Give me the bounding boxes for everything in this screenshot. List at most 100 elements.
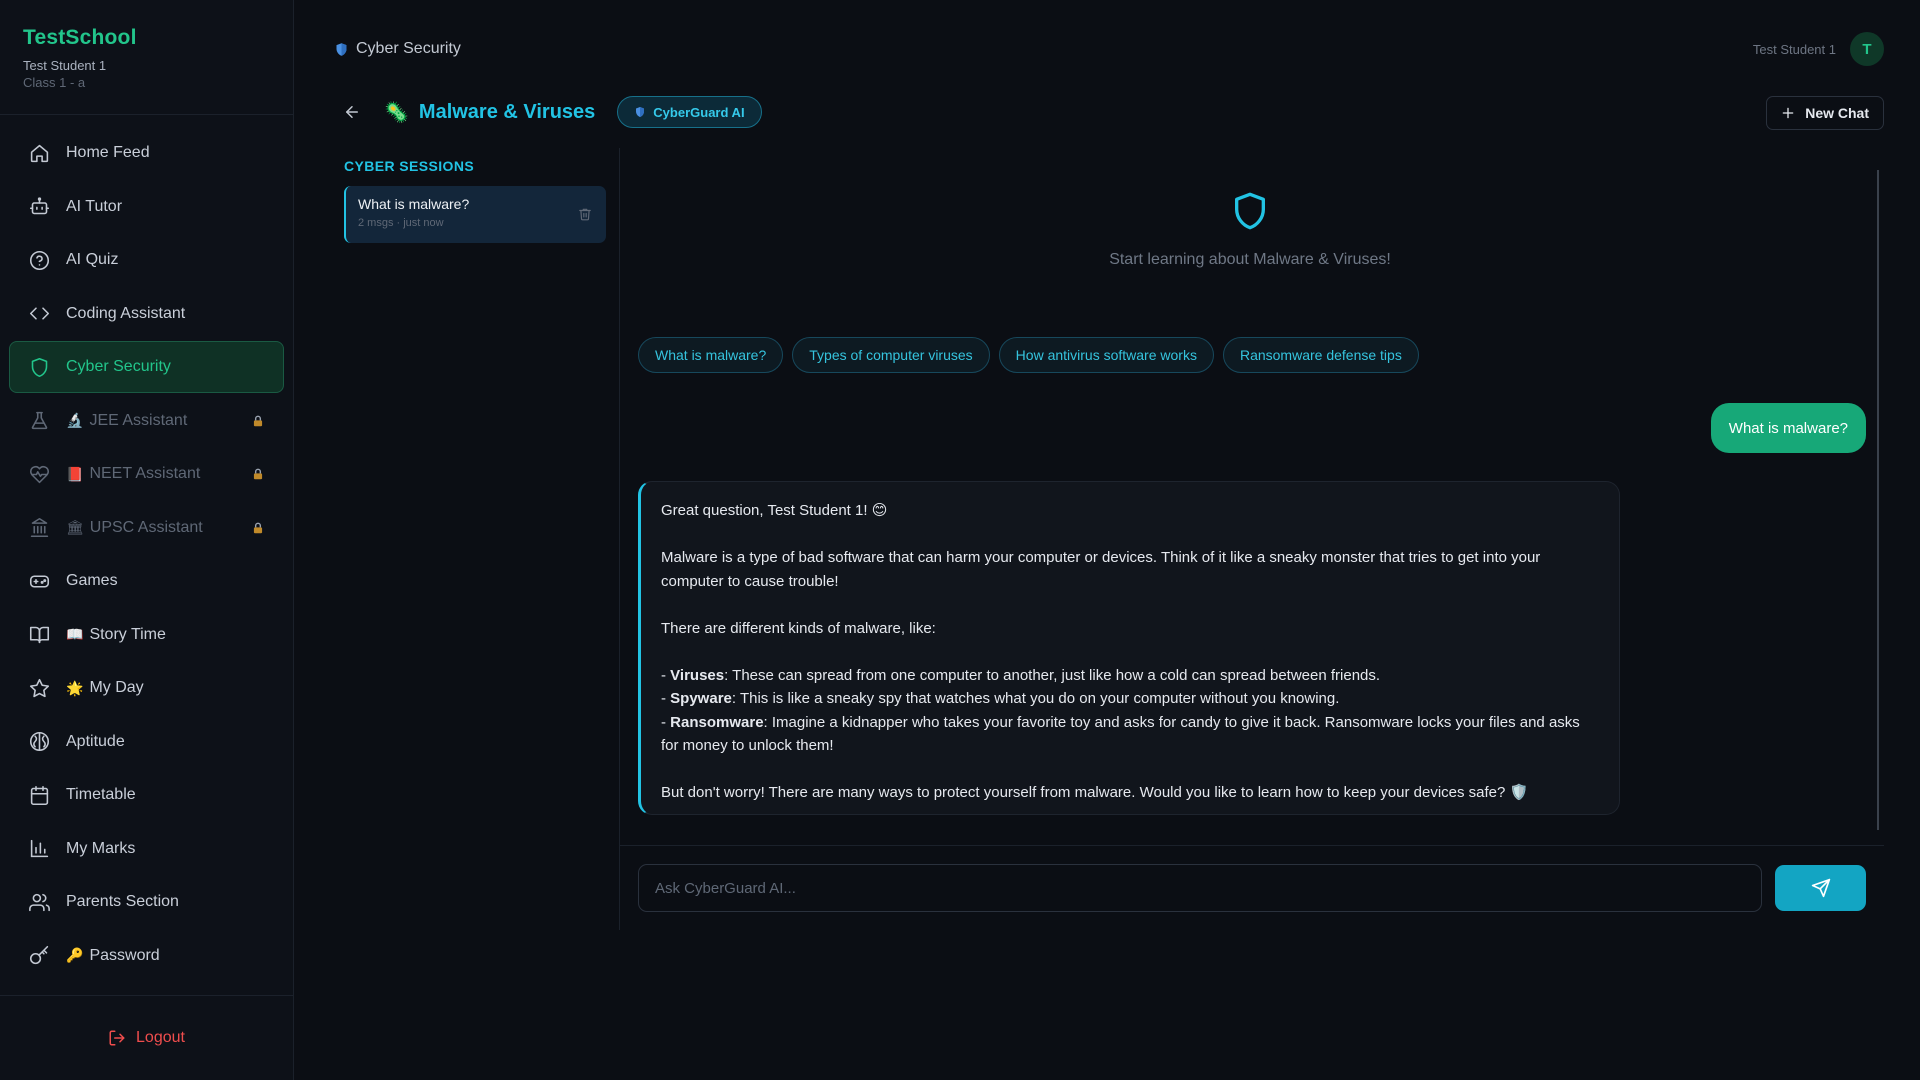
ai-message: Great question, Test Student 1! 😊 Malwar…	[638, 481, 1620, 815]
logout-label: Logout	[136, 1029, 185, 1046]
sidebar-item-my-marks[interactable]: My Marks	[9, 823, 284, 875]
bullet-text: : These can spread from one computer to …	[724, 666, 1381, 684]
help-circle-icon	[28, 249, 50, 271]
arrow-left-icon	[346, 106, 358, 118]
suggestion-chip[interactable]: How antivirus software works	[998, 337, 1214, 373]
sidebar-item-aptitude[interactable]: Aptitude	[9, 716, 284, 768]
ai-bullet: - Viruses: These can spread from one com…	[661, 666, 1381, 684]
ai-paragraph: But don't worry! There are many ways to …	[661, 784, 1529, 801]
suggestion-chip[interactable]: Ransomware defense tips	[1222, 337, 1419, 373]
sessions-title: CYBER SESSIONS	[344, 158, 475, 174]
sidebar-item-jee-assistant[interactable]: 🔬 JEE Assistant	[9, 395, 284, 447]
bullet-term: Ransomware	[670, 713, 764, 731]
home-icon	[28, 142, 50, 164]
sidebar-item-label: Games	[66, 572, 118, 589]
sidebar-item-ai-tutor[interactable]: AI Tutor	[9, 181, 284, 233]
sidebar-item-coding-assistant[interactable]: Coding Assistant	[9, 288, 284, 340]
sidebar-item-upsc-assistant[interactable]: 🏛 UPSC Assistant	[9, 502, 284, 554]
sidebar-item-label: AI Quiz	[66, 251, 119, 268]
shield-icon	[636, 107, 645, 117]
back-button[interactable]	[340, 100, 364, 124]
bullet-term: Spyware	[670, 690, 732, 707]
breadcrumb: Cyber Security	[334, 40, 461, 58]
panel-divider	[619, 148, 620, 930]
shield-icon	[1235, 192, 1265, 230]
logout-button[interactable]: Logout	[108, 1029, 185, 1047]
ai-greeting: Great question, Test Student 1! 😊	[661, 502, 888, 519]
book-icon	[28, 624, 50, 646]
sidebar-item-emoji: 🏛	[66, 519, 84, 535]
sidebar-item-neet-assistant[interactable]: 📕 NEET Assistant	[9, 448, 284, 500]
users-icon	[28, 891, 50, 913]
sidebar-item-label: My Marks	[66, 839, 136, 857]
sidebar-item-emoji: 🔬	[66, 412, 84, 428]
ai-paragraph: Malware is a type of bad software that c…	[661, 549, 1541, 590]
sidebar-item-ai-quiz[interactable]: AI Quiz	[9, 234, 284, 286]
bullet-text: : This is like a sneaky spy that watches…	[731, 690, 1340, 707]
sidebar-item-emoji: 📕	[66, 465, 84, 482]
topic-title: Malware & Viruses	[418, 100, 596, 123]
chat-input[interactable]	[638, 864, 1762, 912]
sidebar-item-label: Aptitude	[66, 732, 125, 750]
sidebar-item-label: My Day	[89, 679, 144, 696]
sidebar-item-label: Coding Assistant	[66, 304, 186, 322]
new-chat-button[interactable]: New Chat	[1766, 96, 1884, 130]
sidebar-item-parents-section[interactable]: Parents Section	[9, 876, 284, 928]
sidebar-item-my-day[interactable]: 🌟 My Day	[9, 662, 284, 714]
calendar-icon	[28, 784, 50, 806]
sidebar-item-cyber-security[interactable]: Cyber Security	[9, 341, 284, 393]
session-meta: 2 msgs · just now	[358, 217, 444, 229]
lock-icon	[253, 468, 263, 480]
sidebar-item-timetable[interactable]: Timetable	[9, 769, 284, 821]
shield-icon	[28, 356, 50, 378]
sidebar-item-label: Parents Section	[66, 893, 179, 910]
sessions-panel: CYBER SESSIONS What is malware? 2 msgs ·…	[344, 148, 606, 930]
trash-icon[interactable]	[578, 207, 592, 221]
logout-area: Logout	[0, 995, 293, 1080]
chat-scrollbar[interactable]	[1877, 170, 1879, 830]
topic-header: 🦠 Malware & Viruses CyberGuard AI	[340, 96, 762, 128]
heart-pulse-icon	[28, 463, 50, 485]
bar-chart-icon	[28, 838, 50, 860]
sidebar-item-label: JEE Assistant	[89, 411, 188, 429]
suggestion-chip[interactable]: What is malware?	[638, 337, 784, 373]
send-icon	[1811, 878, 1830, 898]
breadcrumb-label: Cyber Security	[356, 40, 461, 57]
virus-icon: 🦠	[384, 101, 409, 124]
composer-divider	[620, 845, 1884, 846]
suggestion-chip[interactable]: Types of computer viruses	[792, 337, 990, 373]
sidebar-item-emoji: 📖	[66, 626, 84, 642]
empty-state: Start learning about Malware & Viruses!	[1000, 188, 1500, 269]
send-button[interactable]	[1775, 865, 1866, 911]
code-icon	[28, 303, 50, 325]
sidebar-item-label: Home Feed	[66, 144, 150, 161]
empty-state-text: Start learning about Malware & Viruses!	[1109, 251, 1391, 268]
ai-badge: CyberGuard AI	[617, 96, 762, 128]
key-icon	[28, 945, 50, 967]
school-name: TestSchool	[23, 26, 137, 49]
gamepad-icon	[28, 570, 50, 592]
sidebar-item-label: AI Tutor	[66, 197, 123, 215]
sidebar-item-home-feed[interactable]: Home Feed	[9, 127, 284, 179]
sidebar-item-games[interactable]: Games	[9, 555, 284, 607]
flask-icon	[28, 410, 50, 432]
sidebar-item-emoji: 🔑	[66, 947, 84, 963]
sidebar-item-label: Story Time	[89, 625, 166, 643]
brain-icon	[28, 731, 50, 753]
lock-icon	[253, 522, 263, 533]
new-chat-label: New Chat	[1805, 105, 1869, 121]
ai-bullet: - Spyware: This is like a sneaky spy tha…	[661, 690, 1340, 707]
bullet-term: Viruses	[670, 666, 725, 684]
ai-bullet: - Ransomware: Imagine a kidnapper who ta…	[661, 713, 1580, 755]
brand-block: TestSchool Test Student 1 Class 1 - a	[0, 0, 293, 115]
sidebar-item-password[interactable]: 🔑 Password	[9, 930, 284, 982]
user-menu[interactable]: Test Student 1 T	[1753, 32, 1884, 66]
shield-icon	[336, 42, 347, 56]
session-item[interactable]: What is malware? 2 msgs · just now	[344, 186, 606, 243]
suggestion-chips: What is malware? Types of computer virus…	[638, 337, 1428, 373]
sidebar-item-label: NEET Assistant	[89, 465, 201, 482]
avatar[interactable]: T	[1850, 32, 1884, 66]
sidebar-item-story-time[interactable]: 📖 Story Time	[9, 609, 284, 661]
student-name: Test Student 1	[23, 58, 107, 73]
sidebar-item-label: Password	[89, 946, 160, 964]
